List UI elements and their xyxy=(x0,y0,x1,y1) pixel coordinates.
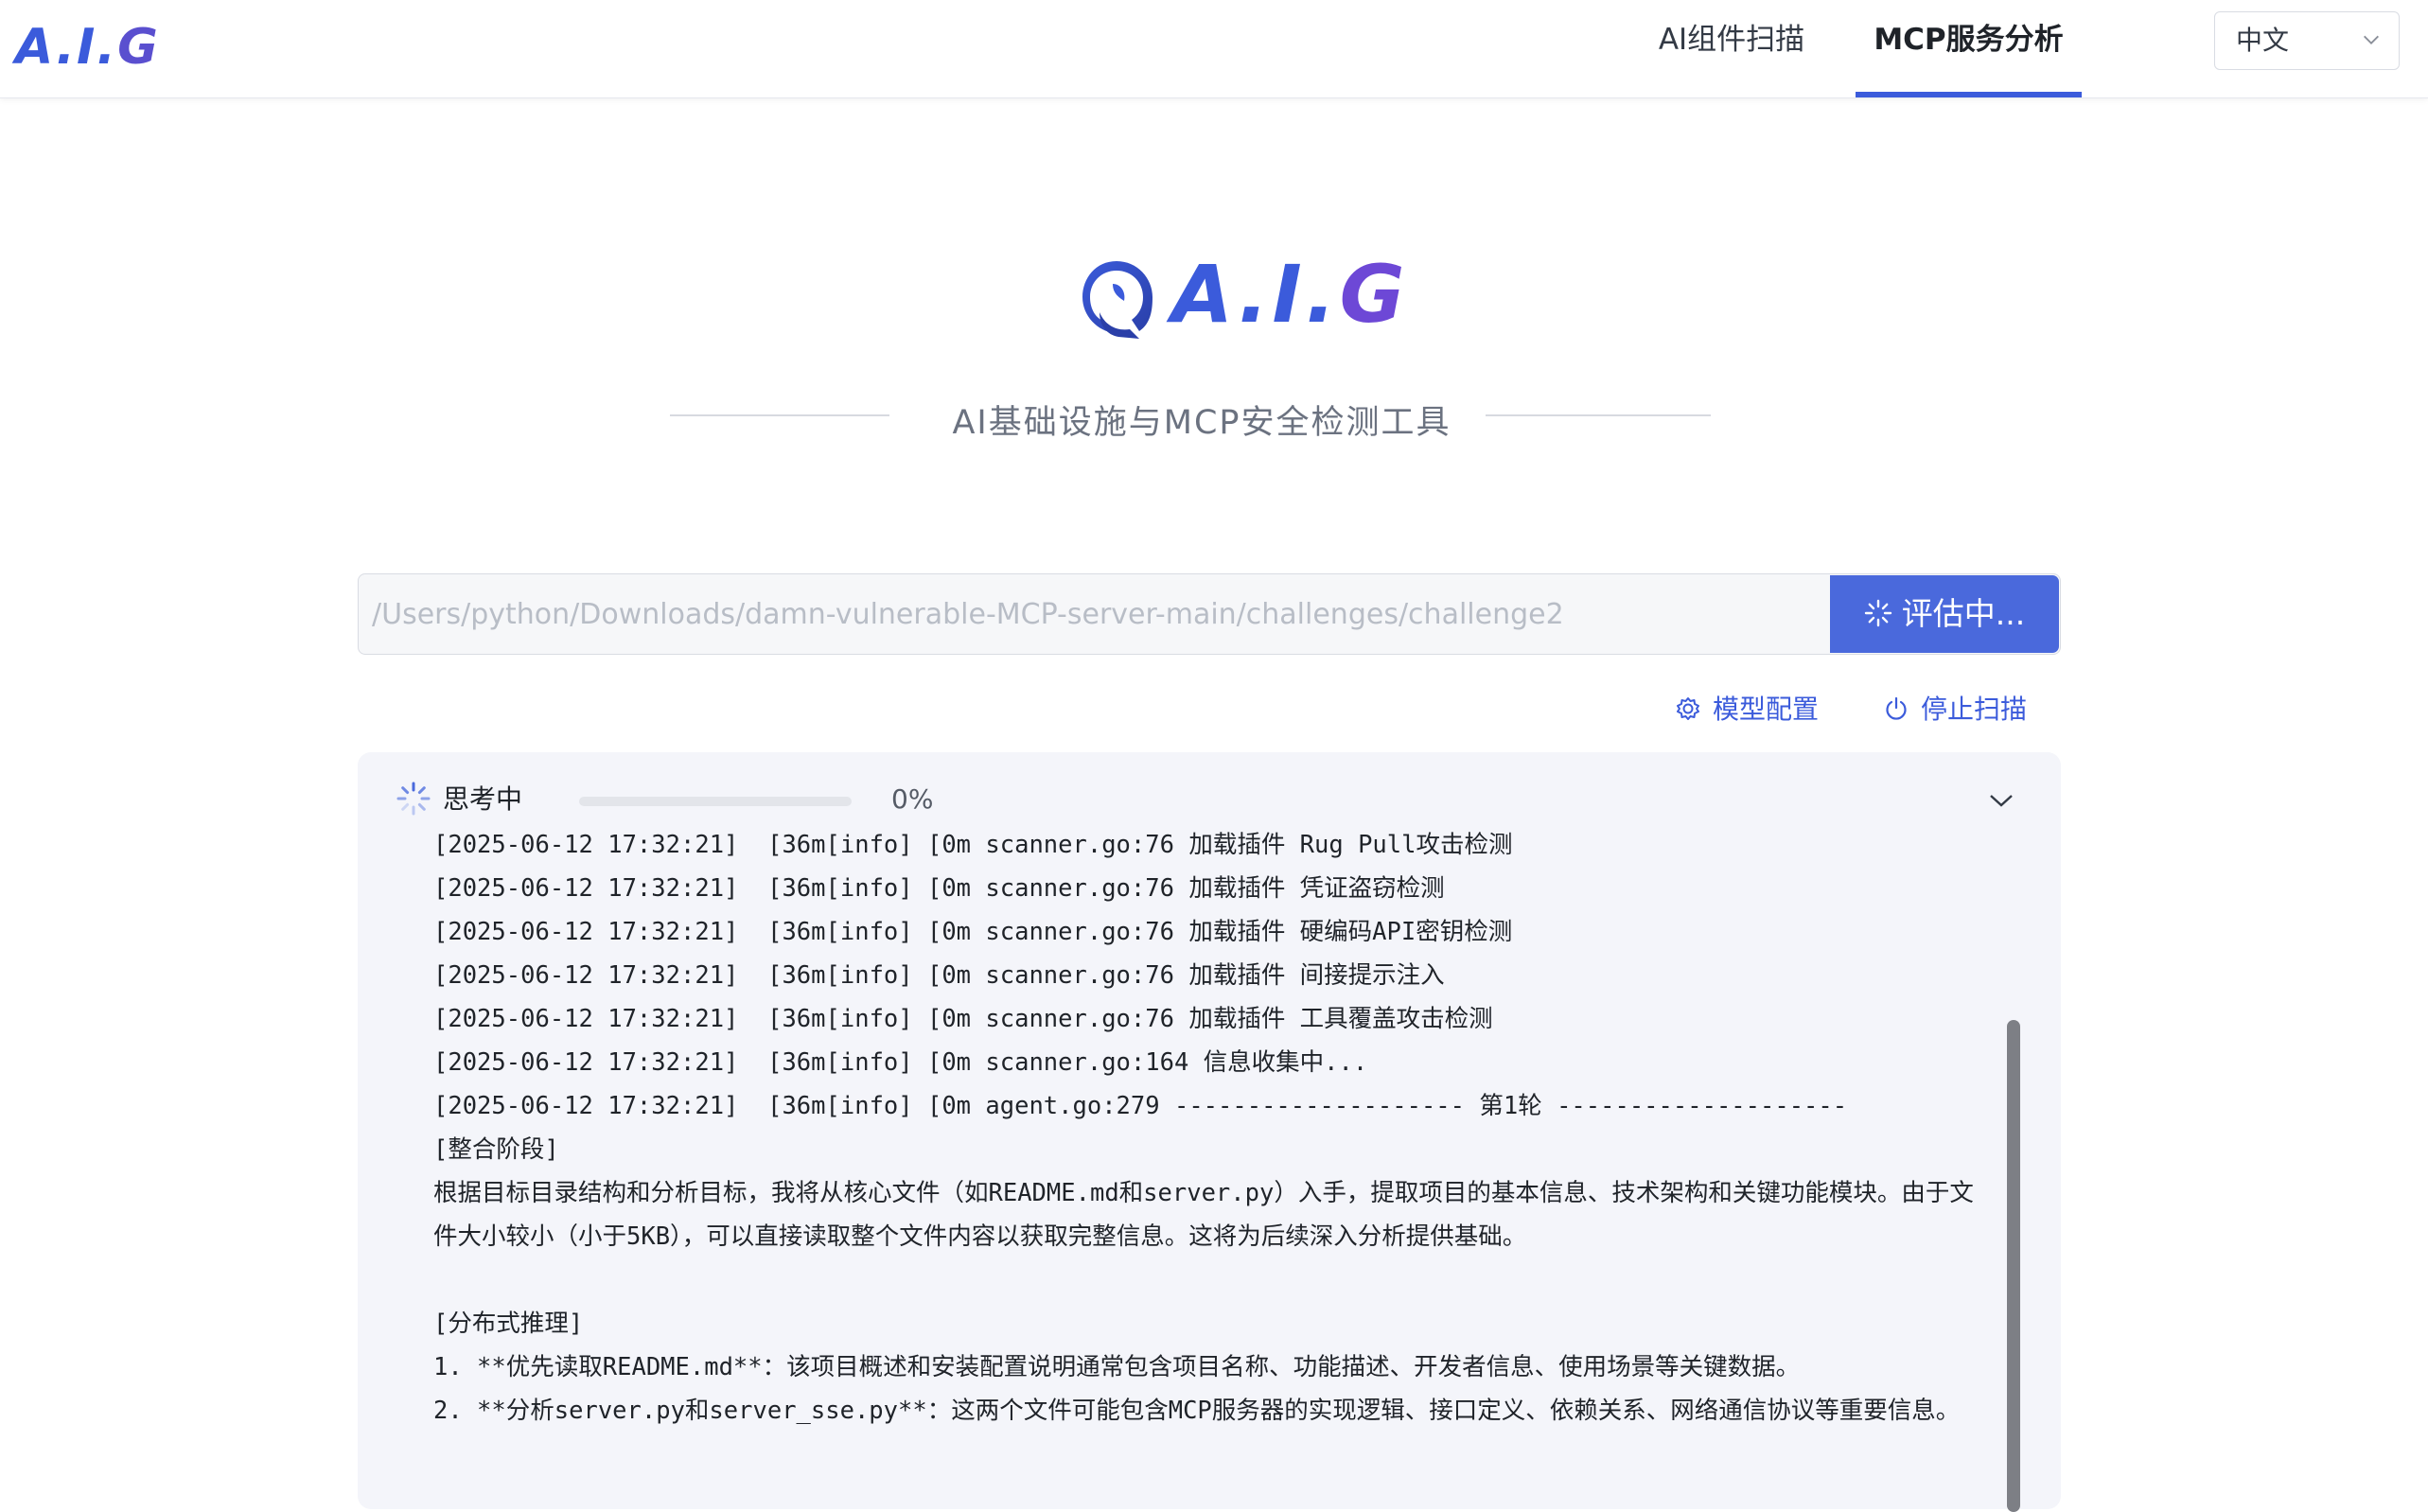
stop-scan-button[interactable]: 停止扫描 xyxy=(1883,691,2027,729)
scan-log-output: [2025-06-12 17:32:21] [36m[info] [0m sca… xyxy=(433,823,1985,1433)
tab-ai-component-scan[interactable]: AI组件扫描 xyxy=(1637,0,1826,97)
log-list-item: 2. **分析server.py和server_sse.py**：这两个文件可能… xyxy=(433,1397,1961,1425)
model-config-button[interactable]: 模型配置 xyxy=(1675,691,1819,729)
scan-status-label: 思考中 xyxy=(443,783,523,815)
scan-progress-percent: 0% xyxy=(891,783,934,815)
tab-mcp-service-analysis[interactable]: MCP服务分析 xyxy=(1856,0,2082,97)
hero-subtitle: AI基础设施与MCP安全检测工具 xyxy=(952,404,1452,442)
log-paragraph: 根据目标目录结构和分析目标，我将从核心文件（如README.md和server.… xyxy=(433,1179,1974,1251)
target-path-field xyxy=(358,573,2061,655)
hero-product-name: A.I.G xyxy=(1171,248,1409,341)
log-line: [分布式推理] xyxy=(433,1310,584,1338)
log-line: [2025-06-12 17:32:21] [36m[info] [0m sca… xyxy=(433,831,1513,859)
log-line: [整合阶段] xyxy=(433,1135,559,1164)
thinking-spinner-icon xyxy=(396,782,431,816)
brand-logo[interactable]: A.I.G xyxy=(15,19,160,76)
log-line: [2025-06-12 17:32:21] [36m[info] [0m age… xyxy=(433,1092,1848,1120)
chevron-down-icon xyxy=(2364,35,2379,44)
stop-scan-label: 停止扫描 xyxy=(1921,694,2028,725)
brand-letter-g: G xyxy=(1339,248,1409,341)
log-blank-line xyxy=(433,1258,1985,1302)
power-icon xyxy=(1886,696,1907,720)
log-line: [2025-06-12 17:32:21] [36m[info] [0m sca… xyxy=(433,1005,1493,1033)
scan-log-panel: 思考中 0% [2025-06-12 17:32:21] [36m[info] … xyxy=(358,752,2061,1512)
log-line: [2025-06-12 17:32:21] [36m[info] [0m sca… xyxy=(433,874,1445,903)
loading-spinner-icon xyxy=(1864,599,1891,626)
collapse-chevron-icon[interactable] xyxy=(1985,786,2017,815)
active-tab-indicator xyxy=(1856,92,2082,97)
log-list-item: 1. **优先读取README.md**：该项目概述和安装配置说明通常包含项目名… xyxy=(433,1353,1801,1381)
log-line: [2025-06-12 17:32:21] [36m[info] [0m sca… xyxy=(433,918,1513,946)
top-nav-bar: A.I.G AI组件扫描 MCP服务分析 中文 xyxy=(0,0,2428,98)
scan-progress-bar xyxy=(579,797,852,806)
log-scrollbar[interactable] xyxy=(2007,1020,2020,1512)
subtitle-divider-right xyxy=(1486,414,1711,416)
log-line: [2025-06-12 17:32:21] [36m[info] [0m sca… xyxy=(433,961,1445,990)
evaluate-button[interactable]: 评估中... xyxy=(1830,575,2059,653)
subtitle-divider-left xyxy=(670,414,889,416)
target-path-input[interactable] xyxy=(359,574,1831,654)
gear-icon xyxy=(1677,696,1699,720)
aig-emblem-icon xyxy=(1082,261,1152,339)
model-config-label: 模型配置 xyxy=(1713,694,1820,725)
language-select[interactable]: 中文 xyxy=(2214,11,2400,70)
language-select-value: 中文 xyxy=(2236,25,2290,56)
log-line: [2025-06-12 17:32:21] [36m[info] [0m sca… xyxy=(433,1048,1368,1077)
evaluate-button-label: 评估中... xyxy=(1901,595,2026,632)
brand-letter-g: G xyxy=(117,19,160,76)
